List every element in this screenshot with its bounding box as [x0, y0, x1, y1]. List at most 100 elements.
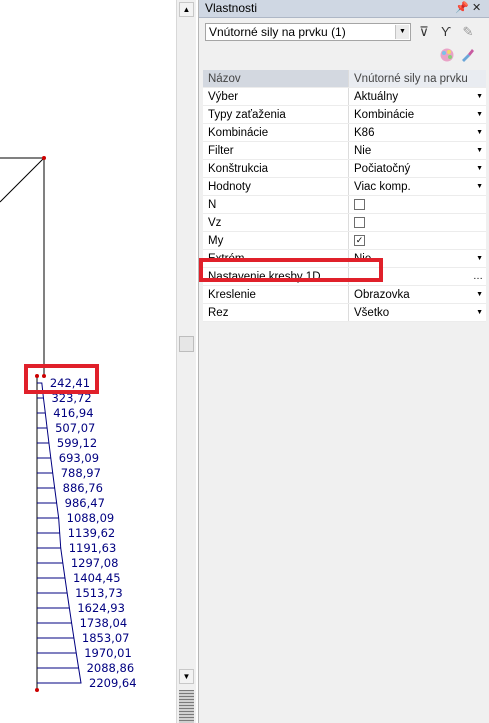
highlight-extrem-row: [199, 258, 383, 282]
property-name: Vz: [203, 213, 349, 232]
canvas-vertical-scrollbar[interactable]: ▲ ▼: [176, 0, 196, 723]
property-name: Rez: [203, 303, 349, 322]
diagram-value-label: 1404,45: [73, 571, 121, 585]
check-icon[interactable]: ✓: [354, 234, 365, 246]
chevron-down-icon[interactable]: ▼: [476, 160, 483, 177]
property-checkbox[interactable]: [354, 216, 365, 228]
property-name: Filter: [203, 141, 349, 160]
diagram-value-label: 599,12: [57, 436, 97, 450]
property-name: Výber: [203, 87, 349, 106]
diagram-value-label: 1088,09: [67, 511, 115, 525]
property-value[interactable]: Všetko ▼: [348, 303, 486, 322]
property-row[interactable]: Filter Nie ▼: [203, 141, 486, 160]
property-value[interactable]: Obrazovka ▼: [348, 285, 486, 304]
diagram-value-label: 1853,07: [82, 631, 130, 645]
diagram-value-label: 1139,62: [68, 526, 116, 540]
diagram-value-label: 1513,73: [75, 586, 123, 600]
moment-diagram: 242,41323,72416,94507,07599,12693,09788,…: [0, 156, 137, 692]
property-name: Typy zaťaženia: [203, 105, 349, 124]
diagram-value-label: 416,94: [53, 406, 93, 420]
property-name-header: Názov: [203, 70, 349, 88]
property-row[interactable]: My ✓: [203, 231, 486, 250]
chevron-down-icon[interactable]: ▼: [395, 25, 409, 39]
property-value[interactable]: [348, 213, 486, 232]
property-name: Kombinácie: [203, 123, 349, 142]
ellipsis-icon[interactable]: …: [473, 268, 483, 285]
diagram-value-label: 886,76: [63, 481, 103, 495]
property-checkbox[interactable]: [354, 198, 365, 210]
property-value-text: K86: [354, 126, 375, 139]
property-grid: Názov Vnútorné sily na prvku Výber Aktuálny…: [203, 70, 486, 322]
property-name: Hodnoty: [203, 177, 349, 196]
object-selector-dropdown[interactable]: Vnútorné sily na prvku (1) ▼: [205, 23, 411, 41]
property-row[interactable]: N: [203, 195, 486, 214]
filter-lightning-icon[interactable]: ϒ: [437, 23, 455, 41]
diagram-value-label: 2209,64: [89, 676, 137, 690]
scroll-up-button[interactable]: ▲: [179, 2, 194, 17]
property-value-header: Vnútorné sily na prvku: [348, 70, 486, 88]
property-name: Kreslenie: [203, 285, 349, 304]
diagram-value-label: 1191,63: [69, 541, 117, 555]
property-header-row: Názov Vnútorné sily na prvku: [203, 70, 486, 88]
property-value[interactable]: [348, 195, 486, 214]
chevron-down-icon[interactable]: ▼: [476, 304, 483, 321]
property-name: N: [203, 195, 349, 214]
pin-icon[interactable]: 📌: [455, 0, 469, 17]
chevron-down-icon[interactable]: ▼: [476, 286, 483, 303]
property-name: Konštrukcia: [203, 159, 349, 178]
properties-panel: Vlastnosti 📌 ✕ Vnútorné sily na prvku (1…: [198, 0, 489, 723]
diagram-value-label: 507,07: [55, 421, 95, 435]
property-row[interactable]: Konštrukcia Počiatočný ▼: [203, 159, 486, 178]
property-value[interactable]: ✓: [348, 231, 486, 250]
diagram-value-label: 1297,08: [71, 556, 119, 570]
panel-title-bar: Vlastnosti 📌 ✕: [199, 0, 489, 18]
diagram-value-label: 2088,86: [87, 661, 135, 675]
chevron-down-icon[interactable]: ▼: [476, 106, 483, 123]
node-point: [42, 156, 46, 160]
close-icon[interactable]: ✕: [472, 0, 481, 17]
diagram-value-label: 1970,01: [84, 646, 132, 660]
chevron-down-icon[interactable]: ▼: [476, 178, 483, 195]
diagram-value-label: 788,97: [61, 466, 101, 480]
property-value[interactable]: Aktuálny ▼: [348, 87, 486, 106]
diagram-value-label: 1738,04: [80, 616, 128, 630]
property-value[interactable]: Počiatočný ▼: [348, 159, 486, 178]
chevron-down-icon[interactable]: ▼: [476, 88, 483, 105]
highlight-max-value: [24, 364, 99, 394]
property-value[interactable]: Viac komp. ▼: [348, 177, 486, 196]
object-selector-value: Vnútorné sily na prvku (1): [209, 25, 346, 39]
property-row[interactable]: Vz: [203, 213, 486, 232]
color-palette-icon[interactable]: [438, 47, 456, 65]
property-value-text: Kombinácie: [354, 108, 415, 121]
property-value-text: Počiatočný: [354, 162, 411, 175]
scroll-down-button[interactable]: ▼: [179, 669, 194, 684]
brace-member: [0, 157, 45, 203]
splitter-grip[interactable]: [179, 690, 194, 723]
panel-title: Vlastnosti: [205, 1, 258, 15]
drawing-canvas[interactable]: 242,41 323,72 416,94 507,07 599,12 693,09 788,…: [0, 0, 176, 723]
diagram-value-label: 986,47: [65, 496, 105, 510]
chevron-down-icon[interactable]: ▼: [476, 250, 483, 267]
scroll-thumb[interactable]: [179, 336, 194, 352]
property-row[interactable]: Hodnoty Viac komp. ▼: [203, 177, 486, 196]
node-point: [35, 688, 39, 692]
chevron-down-icon[interactable]: ▼: [476, 124, 483, 141]
property-value[interactable]: Nie ▼: [348, 141, 486, 160]
property-row[interactable]: Výber Aktuálny ▼: [203, 87, 486, 106]
property-row[interactable]: Kombinácie K86 ▼: [203, 123, 486, 142]
property-row[interactable]: Typy zaťaženia Kombinácie ▼: [203, 105, 486, 124]
filter-select-icon[interactable]: ⊽: [415, 23, 433, 41]
pencil-icon[interactable]: ✎: [459, 23, 477, 41]
property-name: My: [203, 231, 349, 250]
property-value-text: Aktuálny: [354, 90, 399, 103]
diagram-value-label: 693,09: [59, 451, 99, 465]
property-value-text: Viac komp.: [354, 180, 411, 193]
chevron-down-icon[interactable]: ▼: [476, 142, 483, 159]
property-value[interactable]: Kombinácie ▼: [348, 105, 486, 124]
property-row[interactable]: Rez Všetko ▼: [203, 303, 486, 322]
property-value-text: Nie: [354, 144, 372, 157]
brush-icon[interactable]: [458, 47, 476, 65]
property-row[interactable]: Kreslenie Obrazovka ▼: [203, 285, 486, 304]
property-value[interactable]: K86 ▼: [348, 123, 486, 142]
property-value-text: Obrazovka: [354, 288, 410, 301]
